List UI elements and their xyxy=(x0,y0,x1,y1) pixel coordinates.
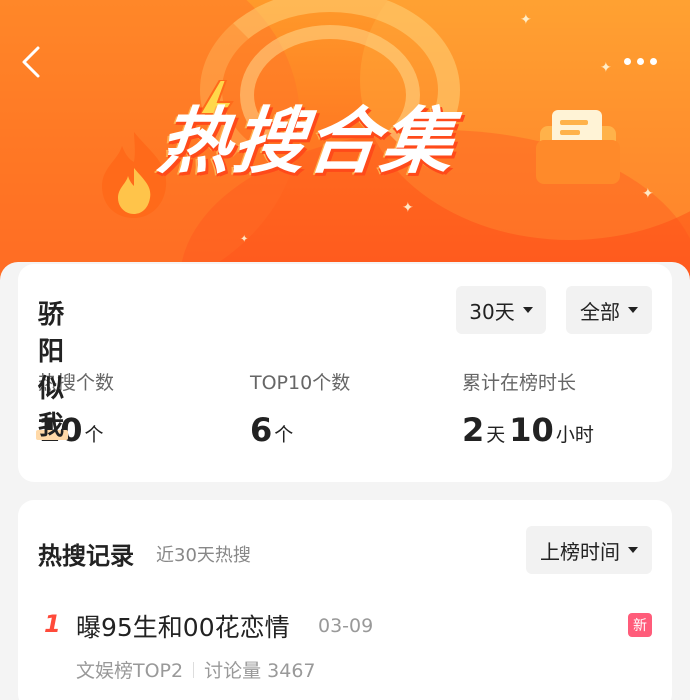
divider xyxy=(193,661,195,678)
header-banner: ✦ ✦ ✦ ✦ ✦ 热搜合集 xyxy=(0,0,690,300)
stat-hours-unit: 小时 xyxy=(555,424,594,446)
scope-dropdown-label: 全部 xyxy=(580,299,620,324)
sparkle-icon: ✦ xyxy=(402,200,414,216)
caret-down-icon xyxy=(522,307,533,313)
summary-card: 骄阳似我 30天 全部 热搜个数 10 个 TOP10个数 6个 累计在榜时长 2… xyxy=(18,264,672,482)
sort-dropdown-label: 上榜时间 xyxy=(540,539,620,564)
record-board: 文娱榜TOP2 xyxy=(76,660,184,682)
sparkle-icon: ✦ xyxy=(520,12,532,28)
records-card: 热搜记录 近30天热搜 上榜时间 1 曝95生和00花恋情 03-09 新 文娱… xyxy=(18,500,672,700)
more-dots-icon[interactable] xyxy=(624,52,670,70)
scope-dropdown[interactable]: 全部 xyxy=(566,286,652,334)
record-rank: 1 xyxy=(44,610,61,638)
stat-label: TOP10个数 xyxy=(250,372,351,394)
stat-top10-count: TOP10个数 6个 xyxy=(250,368,350,449)
period-dropdown-label: 30天 xyxy=(469,299,515,324)
stat-unit: 个 xyxy=(274,424,294,446)
record-title[interactable]: 曝95生和00花恋情 xyxy=(76,608,290,644)
sparkle-icon: ✦ xyxy=(240,234,249,245)
sparkle-icon: ✦ xyxy=(600,60,612,76)
stat-days-value: 2 xyxy=(462,411,485,449)
stat-label: 累计在榜时长 xyxy=(462,372,577,394)
celebrity-name: 骄阳似我 xyxy=(35,294,69,442)
sparkle-icon: ✦ xyxy=(642,186,654,202)
records-title: 热搜记录 xyxy=(38,542,134,570)
record-date: 03-09 xyxy=(318,615,374,637)
caret-down-icon xyxy=(628,307,638,313)
stat-value: 6 xyxy=(250,411,273,449)
caret-down-icon xyxy=(628,547,638,553)
stat-total-duration: 累计在榜时长 2 天 10 小时 xyxy=(462,368,598,449)
stat-days-unit: 天 xyxy=(486,424,506,446)
new-badge: 新 xyxy=(628,613,652,637)
records-subtitle: 近30天热搜 xyxy=(156,545,251,566)
banner-title: 热搜合集 xyxy=(154,99,460,183)
record-discussion: 讨论量 3467 xyxy=(204,660,316,682)
record-meta: 文娱榜TOP2 讨论量 3467 xyxy=(76,656,316,683)
sort-dropdown[interactable]: 上榜时间 xyxy=(526,526,652,574)
stat-unit: 个 xyxy=(84,424,104,446)
folder-icon xyxy=(536,110,620,184)
chevron-left-icon[interactable] xyxy=(18,44,48,80)
period-dropdown[interactable]: 30天 xyxy=(456,286,546,334)
stat-hours-value: 10 xyxy=(509,411,554,449)
